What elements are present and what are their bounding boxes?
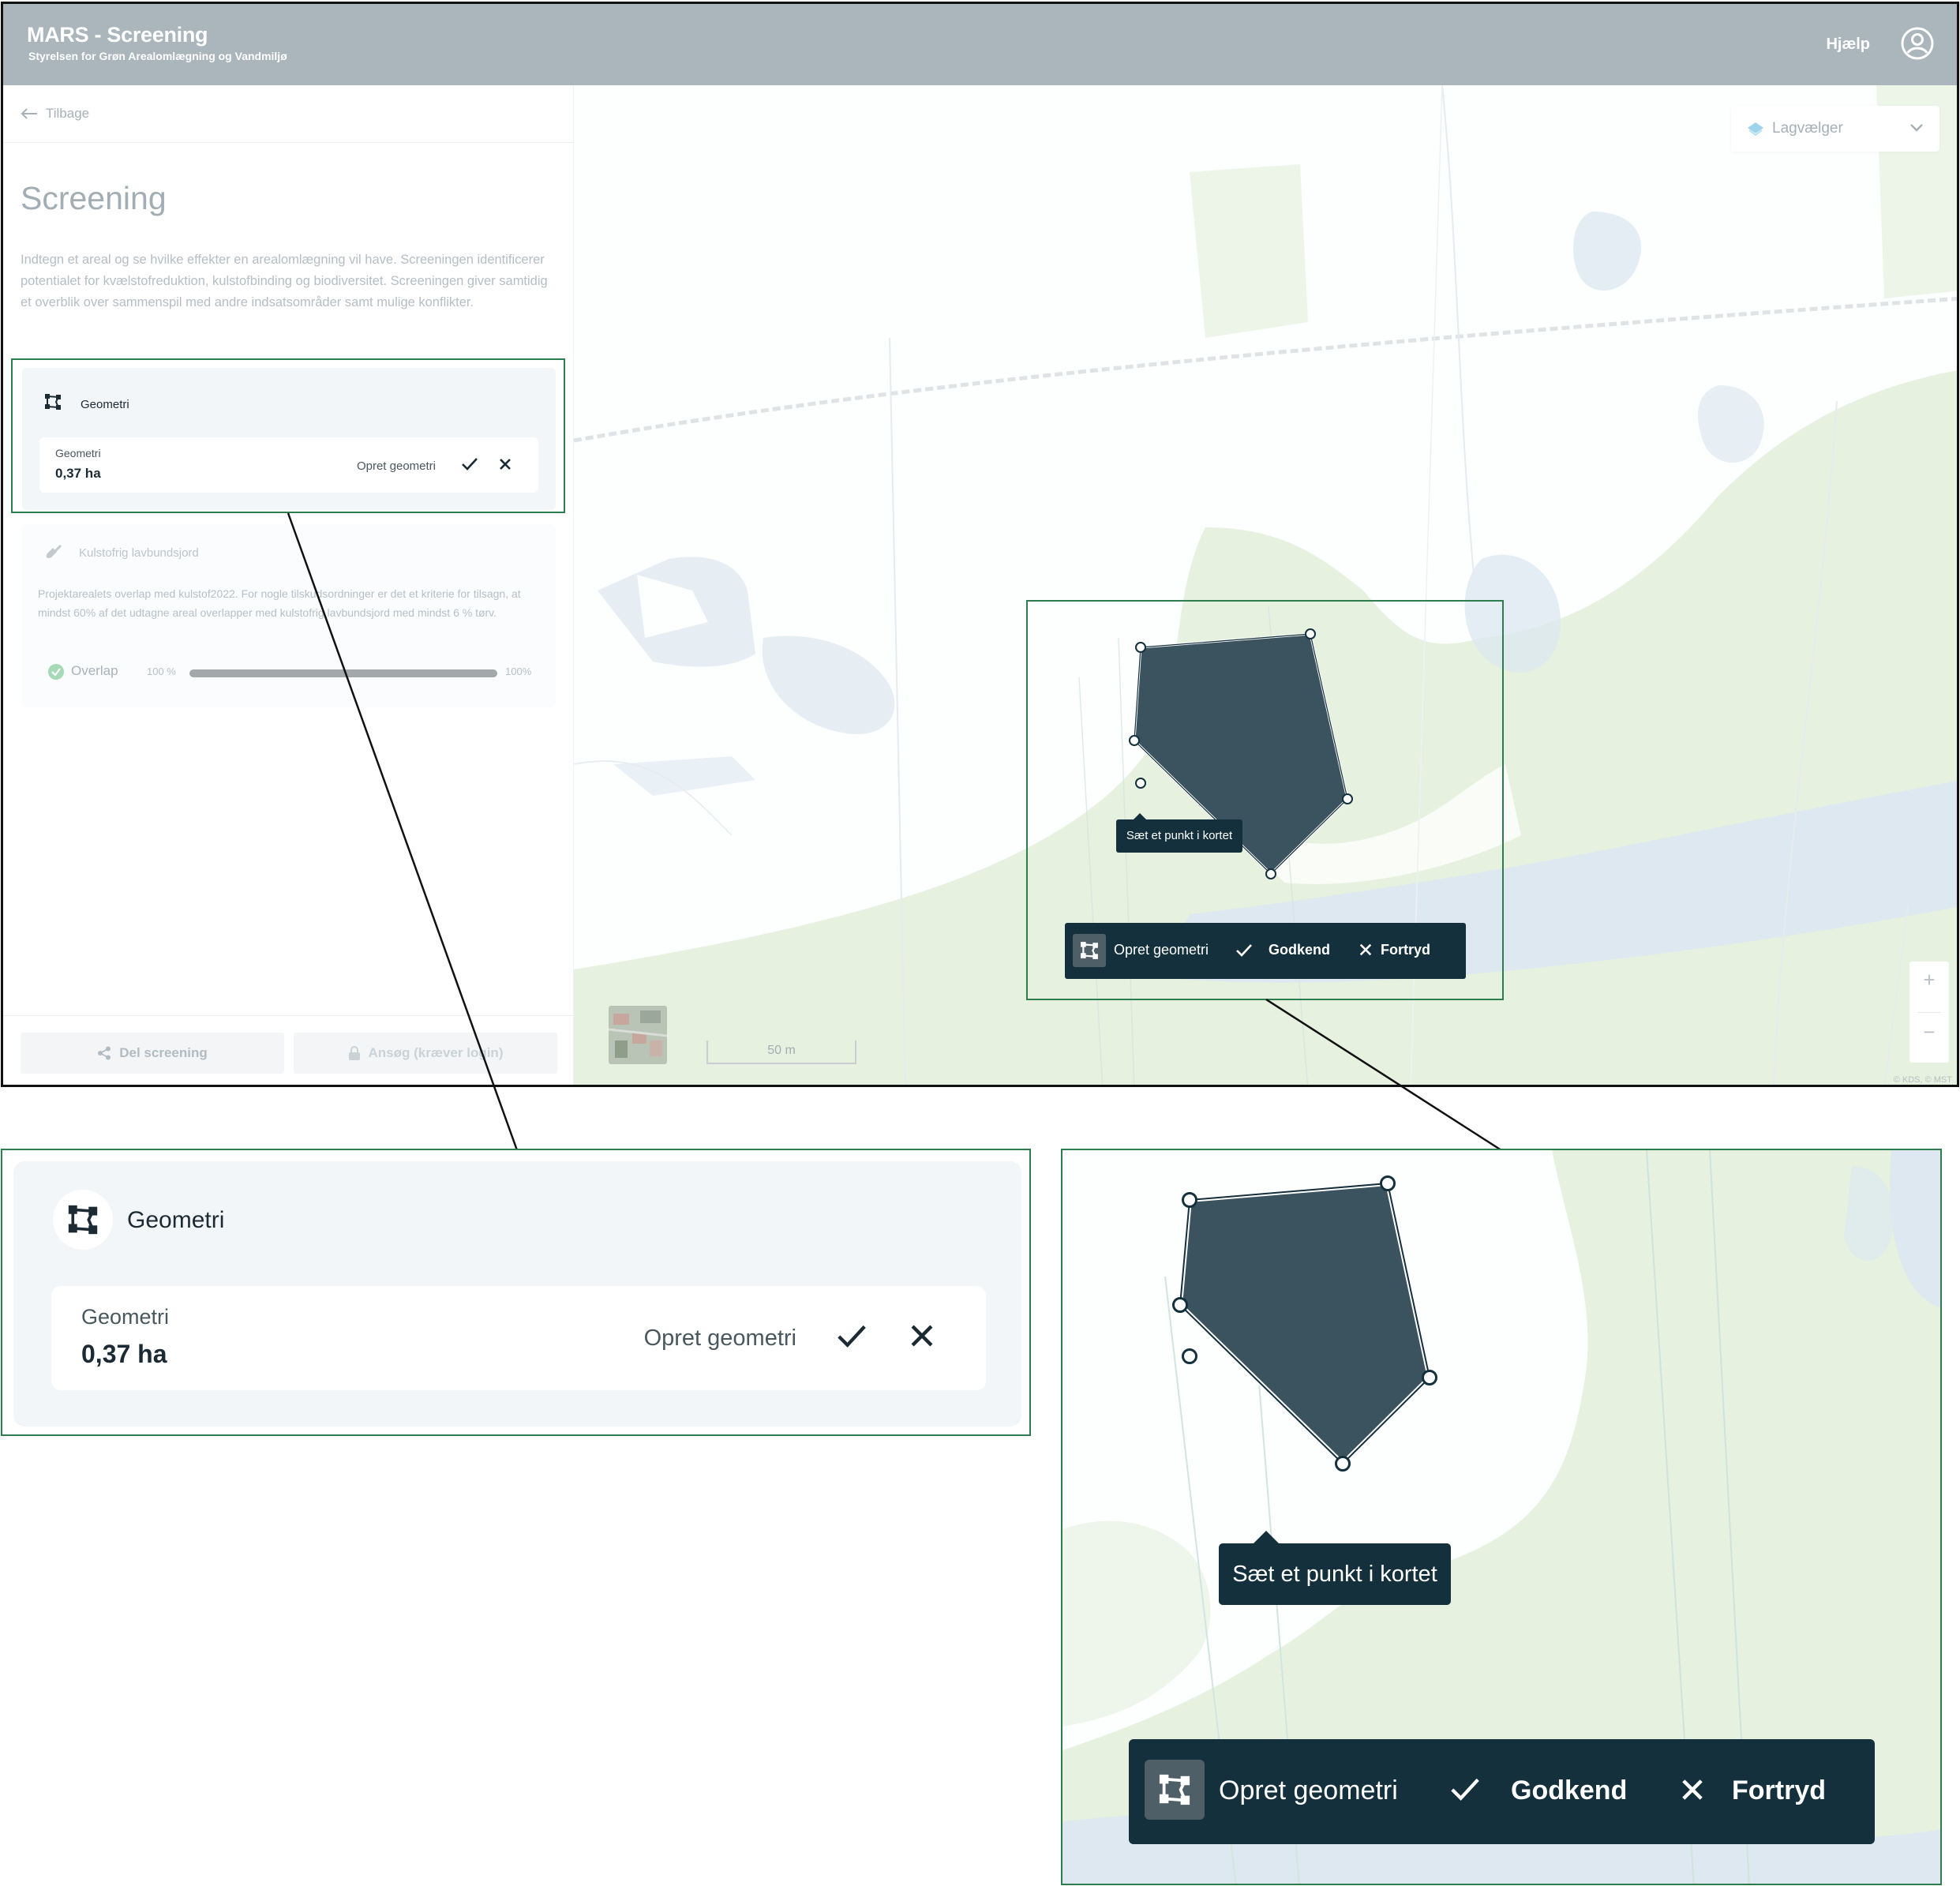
close-icon[interactable] — [497, 456, 513, 472]
layer-picker[interactable]: Lagvælger — [1731, 106, 1939, 152]
cancel-button[interactable]: Fortryd — [1732, 1775, 1826, 1806]
satellite-basemap-toggle[interactable] — [609, 1006, 667, 1064]
layer-picker-label: Lagvælger — [1772, 120, 1843, 137]
back-link[interactable]: Tilbage — [21, 106, 89, 122]
scale-label: 50 m — [767, 1044, 796, 1057]
app-window: MARS - Screening Styrelsen for Grøn Area… — [1, 2, 1959, 1087]
close-icon[interactable] — [909, 1322, 935, 1349]
map-tooltip: Sæt et punkt i kortet — [1219, 1531, 1451, 1605]
divider — [3, 142, 574, 143]
create-geometry-button[interactable]: Opret geometri — [1219, 1775, 1398, 1806]
layers-icon — [1747, 122, 1764, 137]
apply-button[interactable]: Ansøg (kræver login) — [294, 1033, 557, 1074]
check-icon[interactable] — [1449, 1775, 1481, 1804]
apply-label: Ansøg (kræver login) — [368, 1045, 504, 1060]
divider — [3, 1015, 574, 1016]
geometry-area-value: 0,37 ha — [81, 1340, 167, 1368]
geometry-card-title: Geometri — [81, 398, 129, 411]
shovel-icon — [44, 543, 63, 562]
overlap-progress-bar — [189, 669, 497, 677]
share-screening-button[interactable]: Del screening — [21, 1033, 284, 1074]
app-title: MARS - Screening — [27, 23, 208, 47]
create-geometry-button[interactable]: Opret geometri — [1114, 942, 1209, 958]
scale-bar: 50 m — [706, 1040, 856, 1064]
polygon-icon — [44, 393, 62, 411]
map-attribution: © KDS, © MST — [1893, 1075, 1952, 1085]
carbon-soil-card: Kulstofrig lavbundsjord Projektarealets … — [22, 524, 556, 707]
overlap-label: Overlap — [71, 663, 118, 678]
user-circle-icon[interactable] — [1900, 26, 1935, 61]
create-geometry-link[interactable]: Opret geometri — [644, 1325, 796, 1352]
map-tooltip: Sæt et punkt i kortet — [1116, 813, 1242, 853]
app-subtitle: Styrelsen for Grøn Arealomlægning og Van… — [28, 50, 287, 62]
back-label: Tilbage — [46, 106, 90, 121]
lock-icon — [348, 1046, 360, 1060]
geometry-area-value: 0,37 ha — [55, 466, 101, 481]
zoom-out-button[interactable]: − — [1909, 1020, 1949, 1044]
share-label: Del screening — [119, 1045, 208, 1060]
figure-root: MARS - Screening Styrelsen for Grøn Area… — [0, 0, 1960, 1886]
carbon-soil-description: Projektarealets overlap med kulstof2022.… — [38, 587, 521, 619]
zoom-in-button[interactable]: + — [1909, 968, 1949, 992]
geometry-card-zoomed: Geometri Geometri 0,37 ha Opret geometri — [13, 1161, 1021, 1427]
divider — [1917, 1012, 1941, 1013]
overlap-percent-left: 100 % — [147, 666, 176, 677]
polygon-icon[interactable] — [1145, 1760, 1205, 1820]
share-icon — [98, 1046, 111, 1060]
arrow-left-icon — [21, 108, 37, 119]
zoom-callout-geometry: Geometri Geometri 0,37 ha Opret geometri — [1, 1149, 1031, 1436]
zoom-control: + − — [1909, 962, 1949, 1063]
map-view[interactable]: Lagvælger Sæt et punkt i kortet Opret ge… — [574, 85, 1957, 1085]
chevron-down-icon — [1909, 123, 1924, 133]
polygon-icon[interactable] — [1073, 934, 1106, 967]
check-icon[interactable] — [461, 456, 478, 472]
create-geometry-link[interactable]: Opret geometri — [357, 459, 436, 473]
polygon-icon — [53, 1190, 113, 1250]
close-icon[interactable] — [1359, 943, 1373, 957]
check-icon[interactable] — [1235, 943, 1253, 958]
draw-toolbar: Opret geometri Godkend Fortryd — [1129, 1739, 1875, 1844]
geometry-card-title: Geometri — [127, 1207, 225, 1233]
carbon-soil-title: Kulstofrig lavbundsjord — [79, 546, 199, 560]
check-icon[interactable] — [836, 1322, 868, 1351]
draw-toolbar: Opret geometri Godkend Fortryd — [1065, 923, 1466, 979]
close-icon[interactable] — [1680, 1777, 1705, 1802]
overlap-percent-right: 100% — [505, 666, 532, 677]
geometry-field: Geometri 0,37 ha Opret geometri — [51, 1286, 986, 1390]
zoom-callout-map: Sæt et punkt i kortet Opret geometri God… — [1061, 1149, 1942, 1885]
cancel-button[interactable]: Fortryd — [1381, 942, 1430, 958]
geometry-field-label: Geometri — [81, 1305, 170, 1329]
intro-text: Indtegn et areal og se hvilke effekter e… — [21, 253, 548, 309]
geometry-field: Geometri 0,37 ha Opret geometri — [39, 437, 538, 493]
geometry-card: Geometri Geometri 0,37 ha Opret geometri — [22, 368, 556, 510]
geometry-field-label: Geometri — [55, 447, 101, 459]
approve-button[interactable]: Godkend — [1511, 1775, 1627, 1806]
app-header: MARS - Screening Styrelsen for Grøn Area… — [3, 4, 1957, 85]
page-title: Screening — [21, 180, 167, 216]
help-link[interactable]: Hjælp — [1826, 36, 1870, 54]
approve-button[interactable]: Godkend — [1269, 942, 1330, 958]
sidebar: Tilbage Screening Indtegn et areal og se… — [3, 85, 574, 1085]
check-circle-icon — [47, 663, 65, 681]
